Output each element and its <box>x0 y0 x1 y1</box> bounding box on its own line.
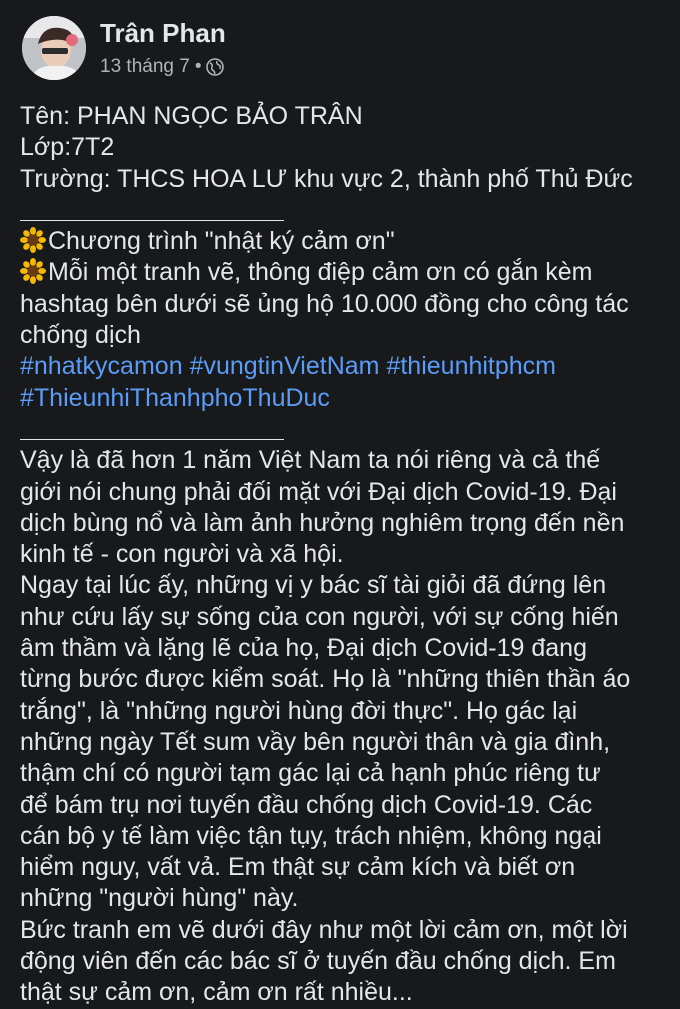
post-body: Tên: PHAN NGỌC BẢO TRÂN Lớp:7T2 Trường: … <box>20 101 668 1009</box>
divider-line <box>20 195 668 226</box>
facebook-post: Trân Phan 13 tháng 7 • Tên: PHAN NGỌC BẢ… <box>0 0 680 1006</box>
program-desc-line: chống dịch <box>20 321 141 350</box>
avatar[interactable] <box>22 16 86 80</box>
story-line: Ngay tại lúc ấy, những vị y bác sĩ tài g… <box>20 571 607 600</box>
sunflower-icon <box>20 227 46 254</box>
story-line: cán bộ y tế làm việc tận tụy, trách nhiệ… <box>20 821 602 850</box>
story-line: để bám trụ nơi tuyến đầu chống dịch Covi… <box>20 790 593 819</box>
author-name[interactable]: Trân Phan <box>100 18 226 49</box>
student-name-line: Tên: PHAN NGỌC BẢO TRÂN <box>20 102 363 130</box>
story-line: động viên đến các bác sĩ ở tuyến đầu chố… <box>20 947 616 976</box>
story-line: hiểm nguy, vất vả. Em thật sự cảm kích v… <box>20 853 576 882</box>
hashtag-link[interactable]: #vungtinVietNam <box>190 352 380 380</box>
hashtag-line: #nhatkycamon #vungtinVietNam #thieunhitp… <box>20 351 668 382</box>
divider-line <box>20 414 668 445</box>
post-meta: 13 tháng 7 • <box>100 56 225 78</box>
hashtag-link[interactable]: #nhatkycamon <box>20 352 183 380</box>
hashtag-link[interactable]: #ThieunhiThanhphoThuDuc <box>20 384 330 412</box>
hashtag-link[interactable]: #thieunhitphcm <box>386 352 556 380</box>
globe-icon[interactable] <box>206 58 225 76</box>
story-line: Vậy là đã hơn 1 năm Việt Nam ta nói riên… <box>20 446 601 475</box>
story-line: như cứu lấy sự sống của con người, với s… <box>20 602 619 631</box>
program-title: Chương trình "nhật ký cảm ơn" <box>48 227 395 256</box>
sunflower-icon <box>20 258 46 285</box>
story-line: thậm chí có người tạm gác lại cả hạnh ph… <box>20 759 601 788</box>
story-line: Bức tranh em vẽ dưới đây như một lời cảm… <box>20 915 628 944</box>
story-line: kinh tế - con người và xã hội. <box>20 540 344 569</box>
avatar-image <box>22 16 86 80</box>
story-line: những "người hùng" này. <box>20 884 299 913</box>
program-desc: Mỗi một tranh vẽ, thông điệp cảm ơn có g… <box>48 258 593 287</box>
story-line: trắng", là "những người hùng đời thực". … <box>20 696 578 725</box>
hashtag-line: #ThieunhiThanhphoThuDuc <box>20 383 668 414</box>
student-class-line: Lớp:7T2 <box>20 133 115 162</box>
story-line: dịch bùng nổ và làm ảnh hưởng nghiêm trọ… <box>20 508 625 537</box>
story-line: âm thầm và lặng lẽ của họ, Đại dịch Covi… <box>20 634 587 663</box>
post-date[interactable]: 13 tháng 7 <box>100 56 190 78</box>
story-line: thật sự cảm ơn, cảm ơn rất nhiều... <box>20 978 413 1007</box>
meta-separator: • <box>194 56 202 77</box>
post-header: Trân Phan 13 tháng 7 • <box>18 10 658 90</box>
program-line: Chương trình "nhật ký cảm ơn" <box>20 226 668 257</box>
program-desc-line: Mỗi một tranh vẽ, thông điệp cảm ơn có g… <box>20 257 668 288</box>
program-desc-line: hashtag bên dưới sẽ ủng hộ 10.000 đồng c… <box>20 289 629 318</box>
story-line: giới nói chung phải đối mặt với Đại dịch… <box>20 477 617 506</box>
student-school-line: Trường: THCS HOA LƯ khu vực 2, thành phố… <box>20 164 633 193</box>
story-line: những ngày Tết sum vầy bên người thân và… <box>20 727 611 756</box>
story-line: từng bước được kiểm soát. Họ là "những t… <box>20 665 631 694</box>
